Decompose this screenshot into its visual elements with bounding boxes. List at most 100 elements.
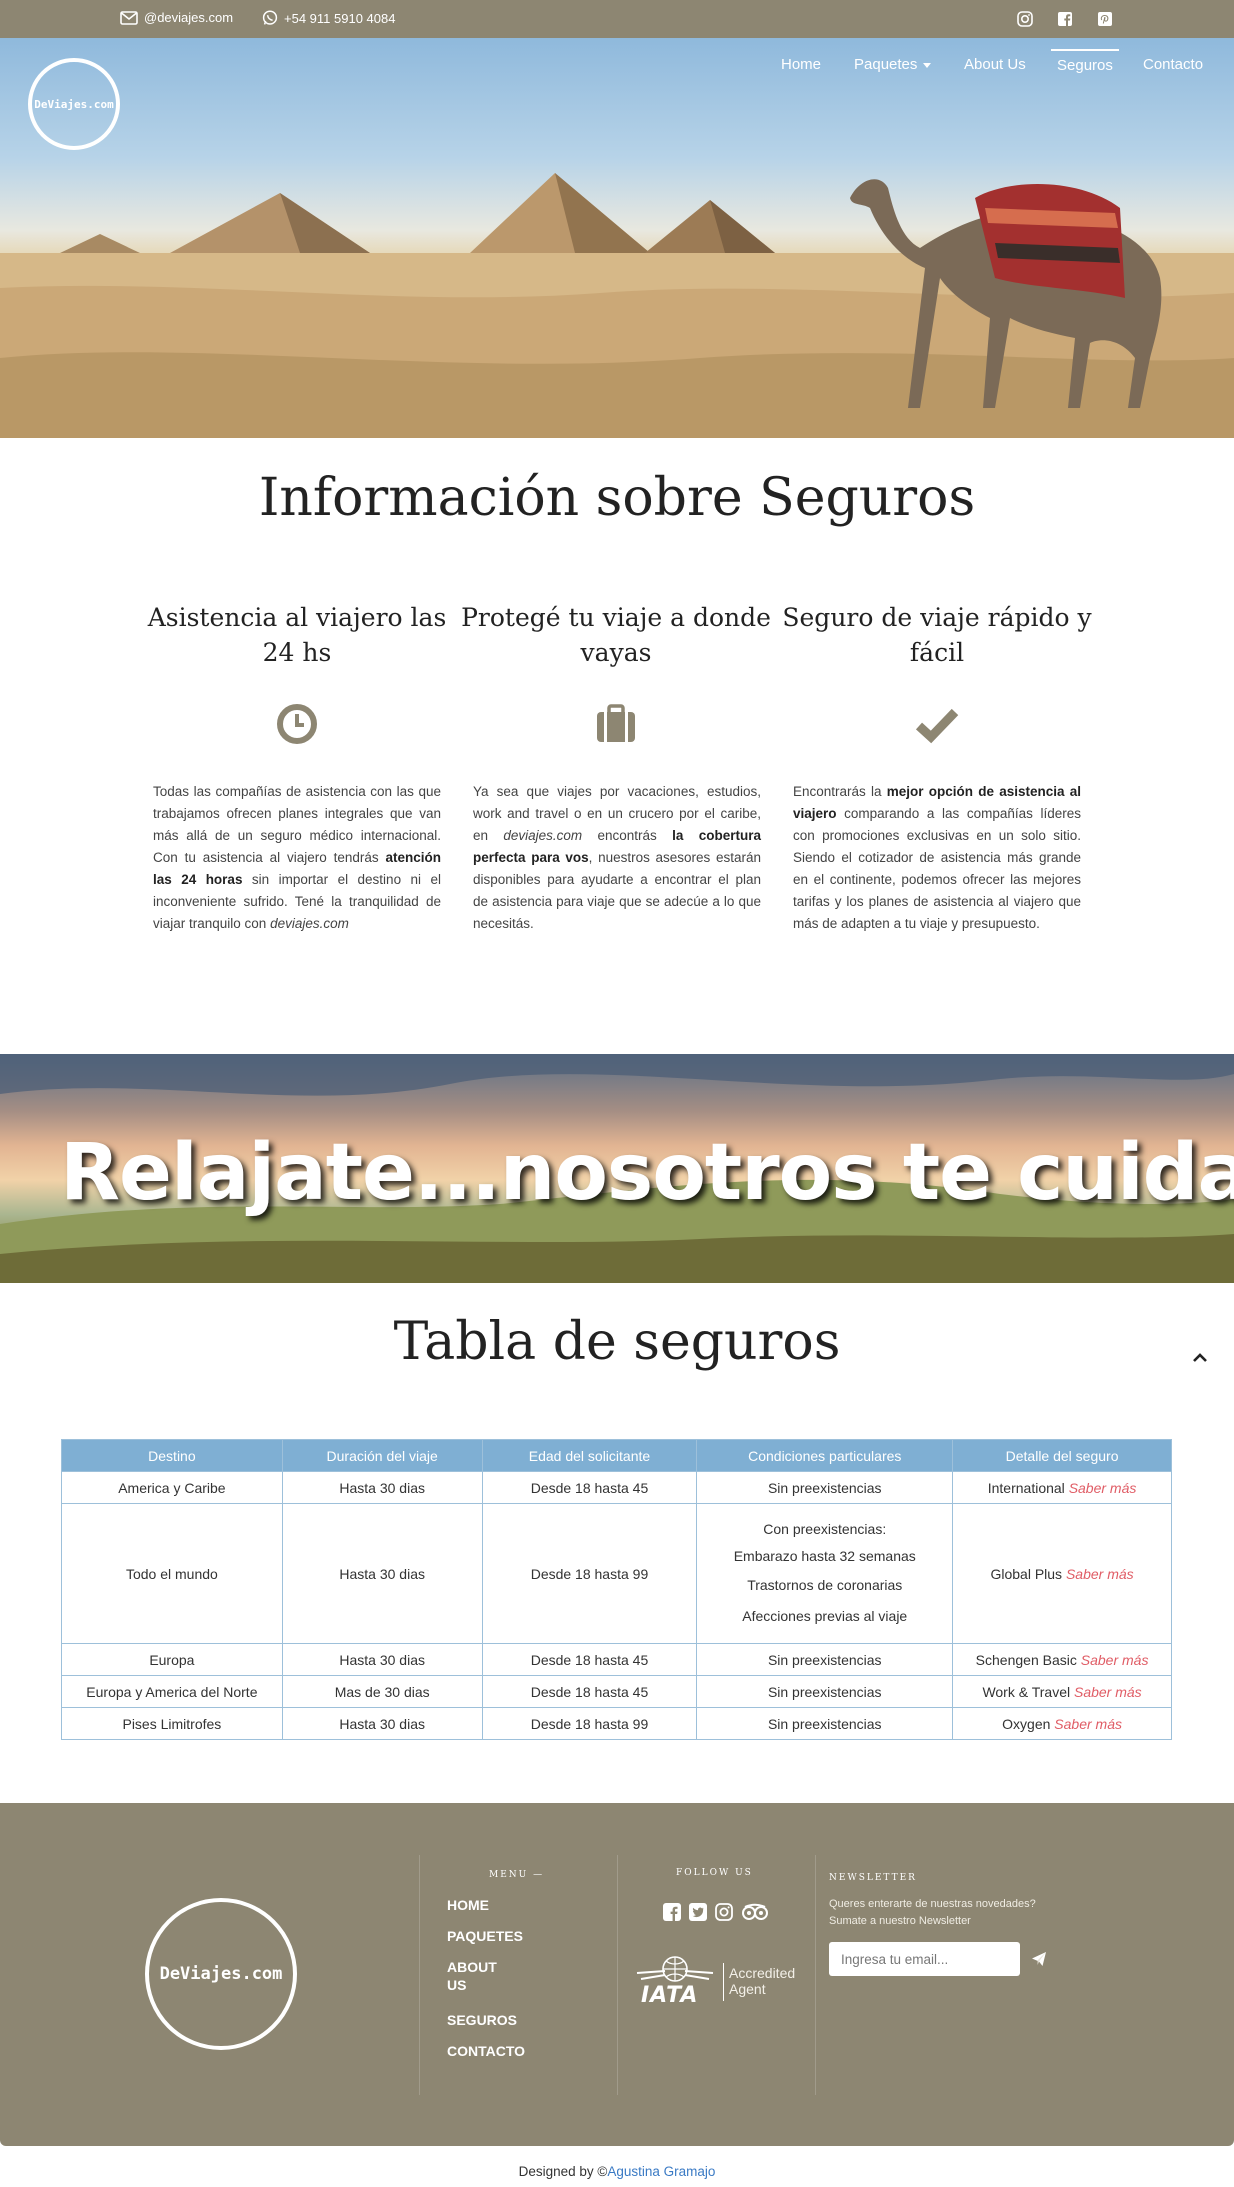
chevron-up-icon[interactable] (1190, 1348, 1210, 1368)
facebook-icon[interactable] (1056, 10, 1074, 28)
feature-title-protect: Protegé tu viaje a donde vayas (461, 603, 771, 667)
newsletter-line: Queres enterarte de nuestras novedades? (829, 1898, 1036, 1910)
agent-text: Agent (729, 1981, 766, 1997)
cell-condiciones: Sin preexistencias (696, 1471, 954, 1504)
cell-detalle: Schengen Basic Saber más (952, 1643, 1172, 1676)
saber-mas-link[interactable]: Saber más (1069, 1480, 1137, 1496)
table-row: America y Caribe Hasta 30 dias Desde 18 … (61, 1471, 1172, 1504)
cell-duracion: Hasta 30 dias (281, 1707, 483, 1740)
newsletter-description: Queres enterarte de nuestras novedades? S… (829, 1896, 1036, 1930)
twitter-icon[interactable] (688, 1902, 708, 1922)
cell-condiciones: Sin preexistencias (696, 1675, 954, 1708)
clock-icon (277, 704, 317, 744)
page-title: Información sobre Seguros (258, 468, 976, 528)
footer-logo[interactable]: DeViajes.com (145, 1898, 297, 2050)
feature-text-protect: Ya sea que viajes por vacaciones, estudi… (473, 781, 761, 935)
newsletter-line: Sumate a nuestro Newsletter (829, 1915, 971, 1927)
desert-scene-illustration (0, 173, 1234, 438)
iata-accredited: Accredited Agent (729, 1965, 795, 1997)
footer-divider (617, 1855, 618, 2095)
phone-contact[interactable]: +54 911 5910 4084 (262, 10, 395, 26)
caret-down-icon (923, 62, 932, 68)
footer-link-seguros[interactable]: SEGUROS (447, 2011, 517, 2029)
email-placeholder: Ingresa tu email... (841, 1951, 949, 1967)
instagram-icon[interactable] (1016, 10, 1034, 28)
iata-badge: IATA Accredited Agent (635, 1953, 795, 2009)
feature-text-assistance: Todas las compañías de asistencia con la… (153, 781, 441, 935)
cell-destino: America y Caribe (61, 1471, 283, 1504)
table-row: Europa Hasta 30 dias Desde 18 hasta 45 S… (61, 1643, 1172, 1676)
cell-detalle: Oxygen Saber más (952, 1707, 1172, 1740)
nav-about-us[interactable]: About Us (964, 56, 1026, 73)
site-logo[interactable]: DeViajes.com (28, 58, 120, 150)
header-detalle: Detalle del seguro (952, 1439, 1172, 1472)
us-line: US (447, 1977, 467, 1993)
about-line: ABOUT (447, 1959, 497, 1975)
instagram-icon[interactable] (714, 1902, 734, 1922)
footer-logo-text: DeViajes.com (159, 1964, 283, 1984)
header-condiciones: Condiciones particulares (696, 1439, 954, 1472)
pinterest-icon[interactable] (1096, 10, 1114, 28)
table-row: Europa y America del Norte Mas de 30 dia… (61, 1675, 1172, 1708)
text-part: comparando a las compañías líderes con p… (793, 806, 1081, 931)
feature-title-assistance: Asistencia al viajero las 24 hs (147, 603, 447, 667)
text-italic: deviajes.com (270, 916, 349, 931)
footer-link-paquetes[interactable]: PAQUETES (447, 1927, 523, 1945)
nav-contacto[interactable]: Contacto (1143, 56, 1203, 73)
author-link[interactable]: Agustina Gramajo (607, 2164, 715, 2179)
saber-mas-link[interactable]: Saber más (1066, 1566, 1134, 1582)
condition-line: Afecciones previas al viaje (742, 1607, 908, 1624)
plan-name: Oxygen (1002, 1715, 1051, 1732)
accredited-text: Accredited (729, 1965, 796, 1981)
facebook-icon[interactable] (662, 1902, 682, 1922)
feature-text-fast: Encontrarás la mejor opción de asistenci… (793, 781, 1081, 935)
nav-contacto-label: Contacto (1143, 56, 1204, 73)
newsletter-email-input[interactable]: Ingresa tu email... (829, 1942, 1020, 1976)
text-part: encontrás (582, 828, 673, 843)
cell-edad: Desde 18 hasta 45 (481, 1471, 698, 1504)
whatsapp-icon (262, 10, 278, 25)
cell-destino: Todo el mundo (61, 1503, 283, 1644)
briefcase-icon (597, 704, 635, 742)
table-title: Tabla de seguros (393, 1312, 841, 1372)
nav-home-label: Home (781, 56, 822, 73)
footer-link-contacto[interactable]: CONTACTO (447, 2042, 525, 2060)
cell-edad: Desde 18 hasta 99 (481, 1503, 698, 1644)
nav-home[interactable]: Home (781, 56, 821, 73)
saber-mas-link[interactable]: Saber más (1054, 1716, 1122, 1732)
iata-text: IATA (641, 1983, 699, 2008)
cell-edad: Desde 18 hasta 45 (481, 1643, 698, 1676)
nav-seguros[interactable]: Seguros (1051, 49, 1119, 74)
credits: Designed by ©Agustina Gramajo (0, 2164, 1234, 2179)
newsletter-heading: NEWSLETTER (829, 1873, 917, 1883)
saber-mas-link[interactable]: Saber más (1074, 1684, 1142, 1700)
nav-paquetes-label: Paquetes (854, 56, 918, 73)
plan-name: Schengen Basic (975, 1651, 1077, 1668)
cell-condiciones: Con preexistencias: Embarazo hasta 32 se… (696, 1503, 954, 1644)
table-header-row: Destino Duración del viaje Edad del soli… (61, 1439, 1172, 1472)
top-bar: @deviajes.com +54 911 5910 4084 (0, 0, 1234, 38)
email-contact[interactable]: @deviajes.com (120, 10, 233, 25)
footer-link-home[interactable]: HOME (447, 1896, 489, 1914)
tripadvisor-icon[interactable] (740, 1902, 770, 1922)
follow-heading: FOLLOW US (676, 1868, 753, 1878)
phone-text: +54 911 5910 4084 (284, 10, 396, 26)
cell-destino: Europa y America del Norte (61, 1675, 283, 1708)
cell-edad: Desde 18 hasta 45 (481, 1675, 698, 1708)
saber-mas-link[interactable]: Saber más (1081, 1652, 1149, 1668)
banner-slogan: Relajate...nosotros te cuidamos (60, 1128, 1234, 1218)
plan-name: Global Plus (990, 1565, 1063, 1582)
paper-plane-icon[interactable] (1031, 1951, 1047, 1967)
nav-paquetes[interactable]: Paquetes (854, 56, 932, 73)
condition-line: Embarazo hasta 32 semanas (733, 1547, 916, 1564)
cell-destino: Europa (61, 1643, 283, 1676)
menu-heading: MENU — (489, 1870, 545, 1880)
footer-link-about[interactable]: ABOUT US (447, 1958, 497, 1994)
condition-line: Trastornos de coronarias (747, 1576, 903, 1593)
text-italic: deviajes.com (503, 828, 583, 843)
footer-divider (419, 1855, 420, 2095)
table-row: Todo el mundo Hasta 30 dias Desde 18 has… (61, 1503, 1172, 1644)
relax-banner: Relajate...nosotros te cuidamos (0, 1054, 1234, 1283)
cell-detalle: International Saber más (952, 1471, 1172, 1504)
logo-text: DeViajes.com (34, 97, 114, 111)
